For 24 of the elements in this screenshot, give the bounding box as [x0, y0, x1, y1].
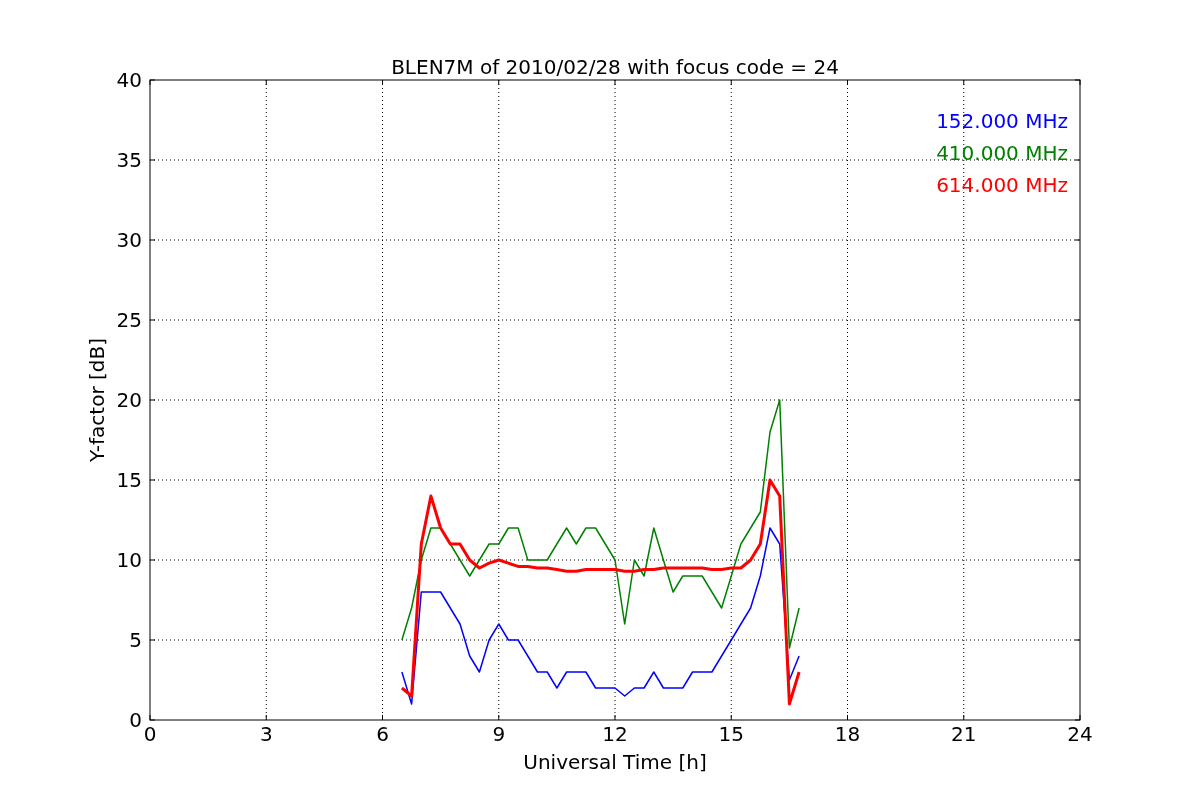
x-tick-label: 21	[951, 722, 977, 746]
x-axis-label: Universal Time [h]	[523, 750, 707, 774]
x-tick-label: 18	[834, 722, 861, 746]
x-tick-label: 24	[1067, 722, 1093, 746]
x-tick-label: 6	[376, 722, 389, 746]
y-tick-label: 5	[129, 628, 142, 652]
y-tick-label: 10	[116, 548, 142, 572]
x-tick-label: 15	[718, 722, 744, 746]
x-tick-label: 3	[259, 722, 273, 746]
y-tick-label: 30	[116, 228, 142, 252]
x-tick-label: 9	[492, 722, 506, 746]
x-tick-label: 12	[602, 722, 628, 746]
y-tick-label: 25	[116, 308, 142, 332]
y-axis-label: Y-factor [dB]	[85, 338, 109, 462]
chart-title: BLEN7M of 2010/02/28 with focus code = 24	[391, 55, 839, 79]
y-tick-label: 0	[129, 708, 142, 732]
legend-label: 410.000 MHz	[936, 141, 1068, 165]
y-tick-label: 40	[116, 68, 142, 92]
legend-label: 614.000 MHz	[936, 173, 1068, 197]
y-tick-label: 20	[116, 388, 142, 412]
legend-label: 152.000 MHz	[936, 109, 1068, 133]
y-tick-label: 35	[116, 148, 142, 172]
y-tick-label: 15	[116, 468, 142, 492]
x-tick-label: 0	[143, 722, 157, 746]
